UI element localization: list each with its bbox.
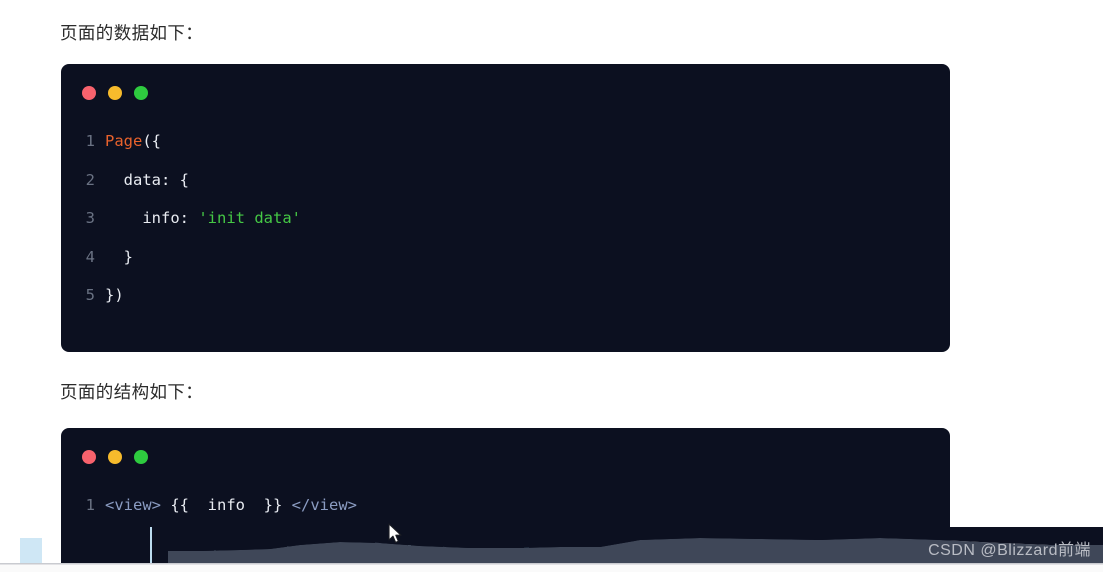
window-minimize-dot[interactable] (108, 450, 122, 464)
code-line-text: <view> {{ info }} </view> (105, 486, 357, 525)
window-maximize-dot[interactable] (134, 450, 148, 464)
code-line: 4 } (61, 238, 950, 277)
code-line-text: } (105, 238, 133, 277)
window-maximize-dot[interactable] (134, 86, 148, 100)
csdn-watermark: CSDN @Blizzard前端 (928, 542, 1091, 559)
window-close-dot[interactable] (82, 450, 96, 464)
code-block-page-structure: 1 <view> {{ info }} </view> (61, 428, 950, 572)
page-structure-heading: 页面的结构如下： (60, 382, 204, 402)
code-line: 2 data: { (61, 161, 950, 200)
code-line: 1 Page({ (61, 122, 950, 161)
line-number: 1 (85, 496, 95, 514)
code-line-text: Page({ (105, 122, 161, 161)
code-token-plain: } (105, 247, 133, 266)
code-token-open-tag: <view> (105, 496, 161, 514)
code-token-interpolation: {{ info }} (161, 496, 292, 514)
line-number: 5 (85, 286, 95, 304)
code-block-page-data: 1 Page({ 2 data: { 3 info: 'init data' 4… (61, 64, 950, 352)
code-token-plain: ({ (142, 132, 161, 150)
line-number: 3 (85, 209, 95, 227)
code-token-string: 'init data' (198, 209, 301, 227)
code-body: 1 <view> {{ info }} </view> (61, 486, 950, 535)
code-line: 5 }) (61, 276, 950, 315)
code-window-titlebar (61, 428, 950, 486)
window-close-dot[interactable] (82, 86, 96, 100)
code-line-text: info: 'init data' (105, 199, 301, 238)
code-token-plain: data: { (105, 170, 189, 189)
code-window-titlebar (61, 64, 950, 122)
mouse-cursor-arrow-icon (388, 523, 404, 545)
code-line-text: data: { (105, 161, 189, 200)
page-data-heading: 页面的数据如下： (60, 23, 204, 43)
page-root: 页面的数据如下： 1 Page({ 2 data: { 3 info: 'ini… (0, 0, 1103, 572)
window-minimize-dot[interactable] (108, 86, 122, 100)
code-token-plain: info: (105, 209, 199, 227)
line-number: 2 (85, 170, 95, 189)
code-token-plain: }) (105, 286, 124, 304)
code-token-close-tag: </view> (291, 496, 357, 514)
line-number: 1 (85, 132, 95, 150)
code-line: 3 info: 'init data' (61, 199, 950, 238)
line-number: 4 (85, 247, 95, 266)
code-line-text: }) (105, 276, 124, 315)
code-line: 1 <view> {{ info }} </view> (61, 486, 950, 525)
code-token-function: Page (105, 132, 143, 150)
code-body: 1 Page({ 2 data: { 3 info: 'init data' 4… (61, 122, 950, 325)
